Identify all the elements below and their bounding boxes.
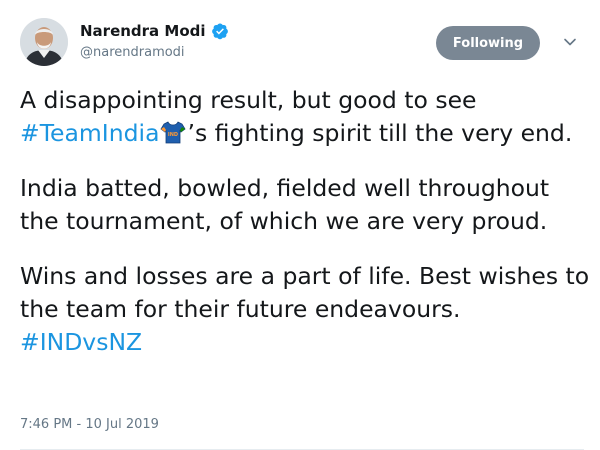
display-name[interactable]: Narendra Modi — [80, 22, 206, 40]
chevron-down-icon[interactable] — [562, 34, 578, 50]
tweet-paragraph: Wins and losses are a part of life. Best… — [20, 260, 590, 359]
tweet-text-segment: A disappointing result, but good to see — [20, 86, 477, 114]
tweet-paragraph: A disappointing result, but good to see … — [20, 84, 590, 150]
profile-photo-icon — [20, 18, 68, 66]
verified-badge-icon — [211, 22, 229, 40]
tweet-header: Narendra Modi @narendramodi Following — [20, 14, 584, 74]
tweet-timestamp[interactable]: 7:46 PM - 10 Jul 2019 — [20, 417, 159, 432]
avatar[interactable] — [20, 18, 68, 66]
jersey-emoji-icon: IND — [160, 120, 187, 144]
tweet-paragraph: India batted, bowled, fielded well throu… — [20, 174, 550, 235]
jersey-label: IND — [168, 132, 178, 138]
tweet-text: A disappointing result, but good to see … — [20, 84, 590, 381]
hashtag-link[interactable]: #TeamIndia — [20, 119, 159, 147]
tweet-text-segment: Wins and losses are a part of life. Best… — [20, 262, 590, 323]
following-button[interactable]: Following — [436, 26, 540, 60]
tweet-text-segment: ’s fighting spirit till the very end. — [187, 119, 573, 147]
user-handle[interactable]: @narendramodi — [80, 45, 229, 60]
hashtag-link[interactable]: #INDvsNZ — [20, 328, 142, 356]
